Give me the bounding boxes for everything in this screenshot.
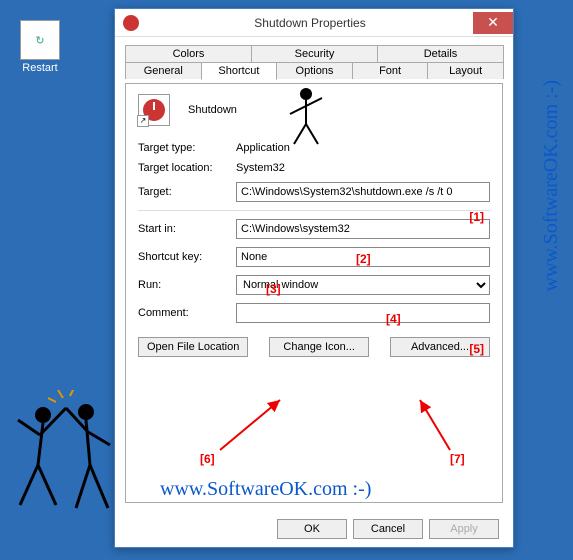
tab-details[interactable]: Details <box>377 45 504 62</box>
shortcut-key-label: Shortcut key: <box>138 251 236 263</box>
tab-general[interactable]: General <box>125 62 202 79</box>
target-location-label: Target location: <box>138 162 236 174</box>
titlebar[interactable]: Shutdown Properties ✕ <box>115 9 513 37</box>
open-file-location-button[interactable]: Open File Location <box>138 337 248 357</box>
target-input[interactable] <box>236 182 490 202</box>
start-in-input[interactable] <box>236 219 490 239</box>
watermark-side: www.SoftwareOK.com :-) <box>540 80 563 291</box>
tab-options[interactable]: Options <box>276 62 353 79</box>
ok-button[interactable]: OK <box>277 519 347 539</box>
window-icon <box>123 15 139 31</box>
shutdown-properties-window: Shutdown Properties ✕ Colors Security De… <box>114 8 514 548</box>
shortcut-key-input[interactable] <box>236 247 490 267</box>
start-in-label: Start in: <box>138 223 236 235</box>
window-title: Shutdown Properties <box>147 16 473 30</box>
target-location-value: System32 <box>236 162 490 174</box>
shortcut-large-icon: ↗ <box>138 94 170 126</box>
change-icon-button[interactable]: Change Icon... <box>269 337 369 357</box>
target-label: Target: <box>138 186 236 198</box>
desktop-icon-restart[interactable]: ↻ Restart <box>10 20 70 74</box>
comment-input[interactable] <box>236 303 490 323</box>
restart-icon: ↻ <box>20 20 60 60</box>
shortcut-name: Shutdown <box>188 104 237 116</box>
shortcut-arrow-badge: ↗ <box>137 115 149 127</box>
cancel-button[interactable]: Cancel <box>353 519 423 539</box>
tab-layout[interactable]: Layout <box>427 62 504 79</box>
target-type-label: Target type: <box>138 142 236 154</box>
tab-colors[interactable]: Colors <box>125 45 252 62</box>
run-label: Run: <box>138 279 236 291</box>
tab-shortcut[interactable]: Shortcut <box>201 62 278 80</box>
target-type-value: Application <box>236 142 490 154</box>
tab-font[interactable]: Font <box>352 62 429 79</box>
close-button[interactable]: ✕ <box>473 12 513 34</box>
tabs: Colors Security Details General Shortcut… <box>115 37 513 83</box>
run-select[interactable]: Normal window <box>236 275 490 295</box>
apply-button[interactable]: Apply <box>429 519 499 539</box>
shortcut-panel: ↗ Shutdown Target type: Application Targ… <box>125 83 503 503</box>
dialog-buttons: OK Cancel Apply <box>277 519 499 539</box>
dancing-figures-icon <box>8 390 128 530</box>
tab-security[interactable]: Security <box>251 45 378 62</box>
desktop-icon-label: Restart <box>10 62 70 74</box>
advanced-button[interactable]: Advanced... <box>390 337 490 357</box>
comment-label: Comment: <box>138 307 236 319</box>
